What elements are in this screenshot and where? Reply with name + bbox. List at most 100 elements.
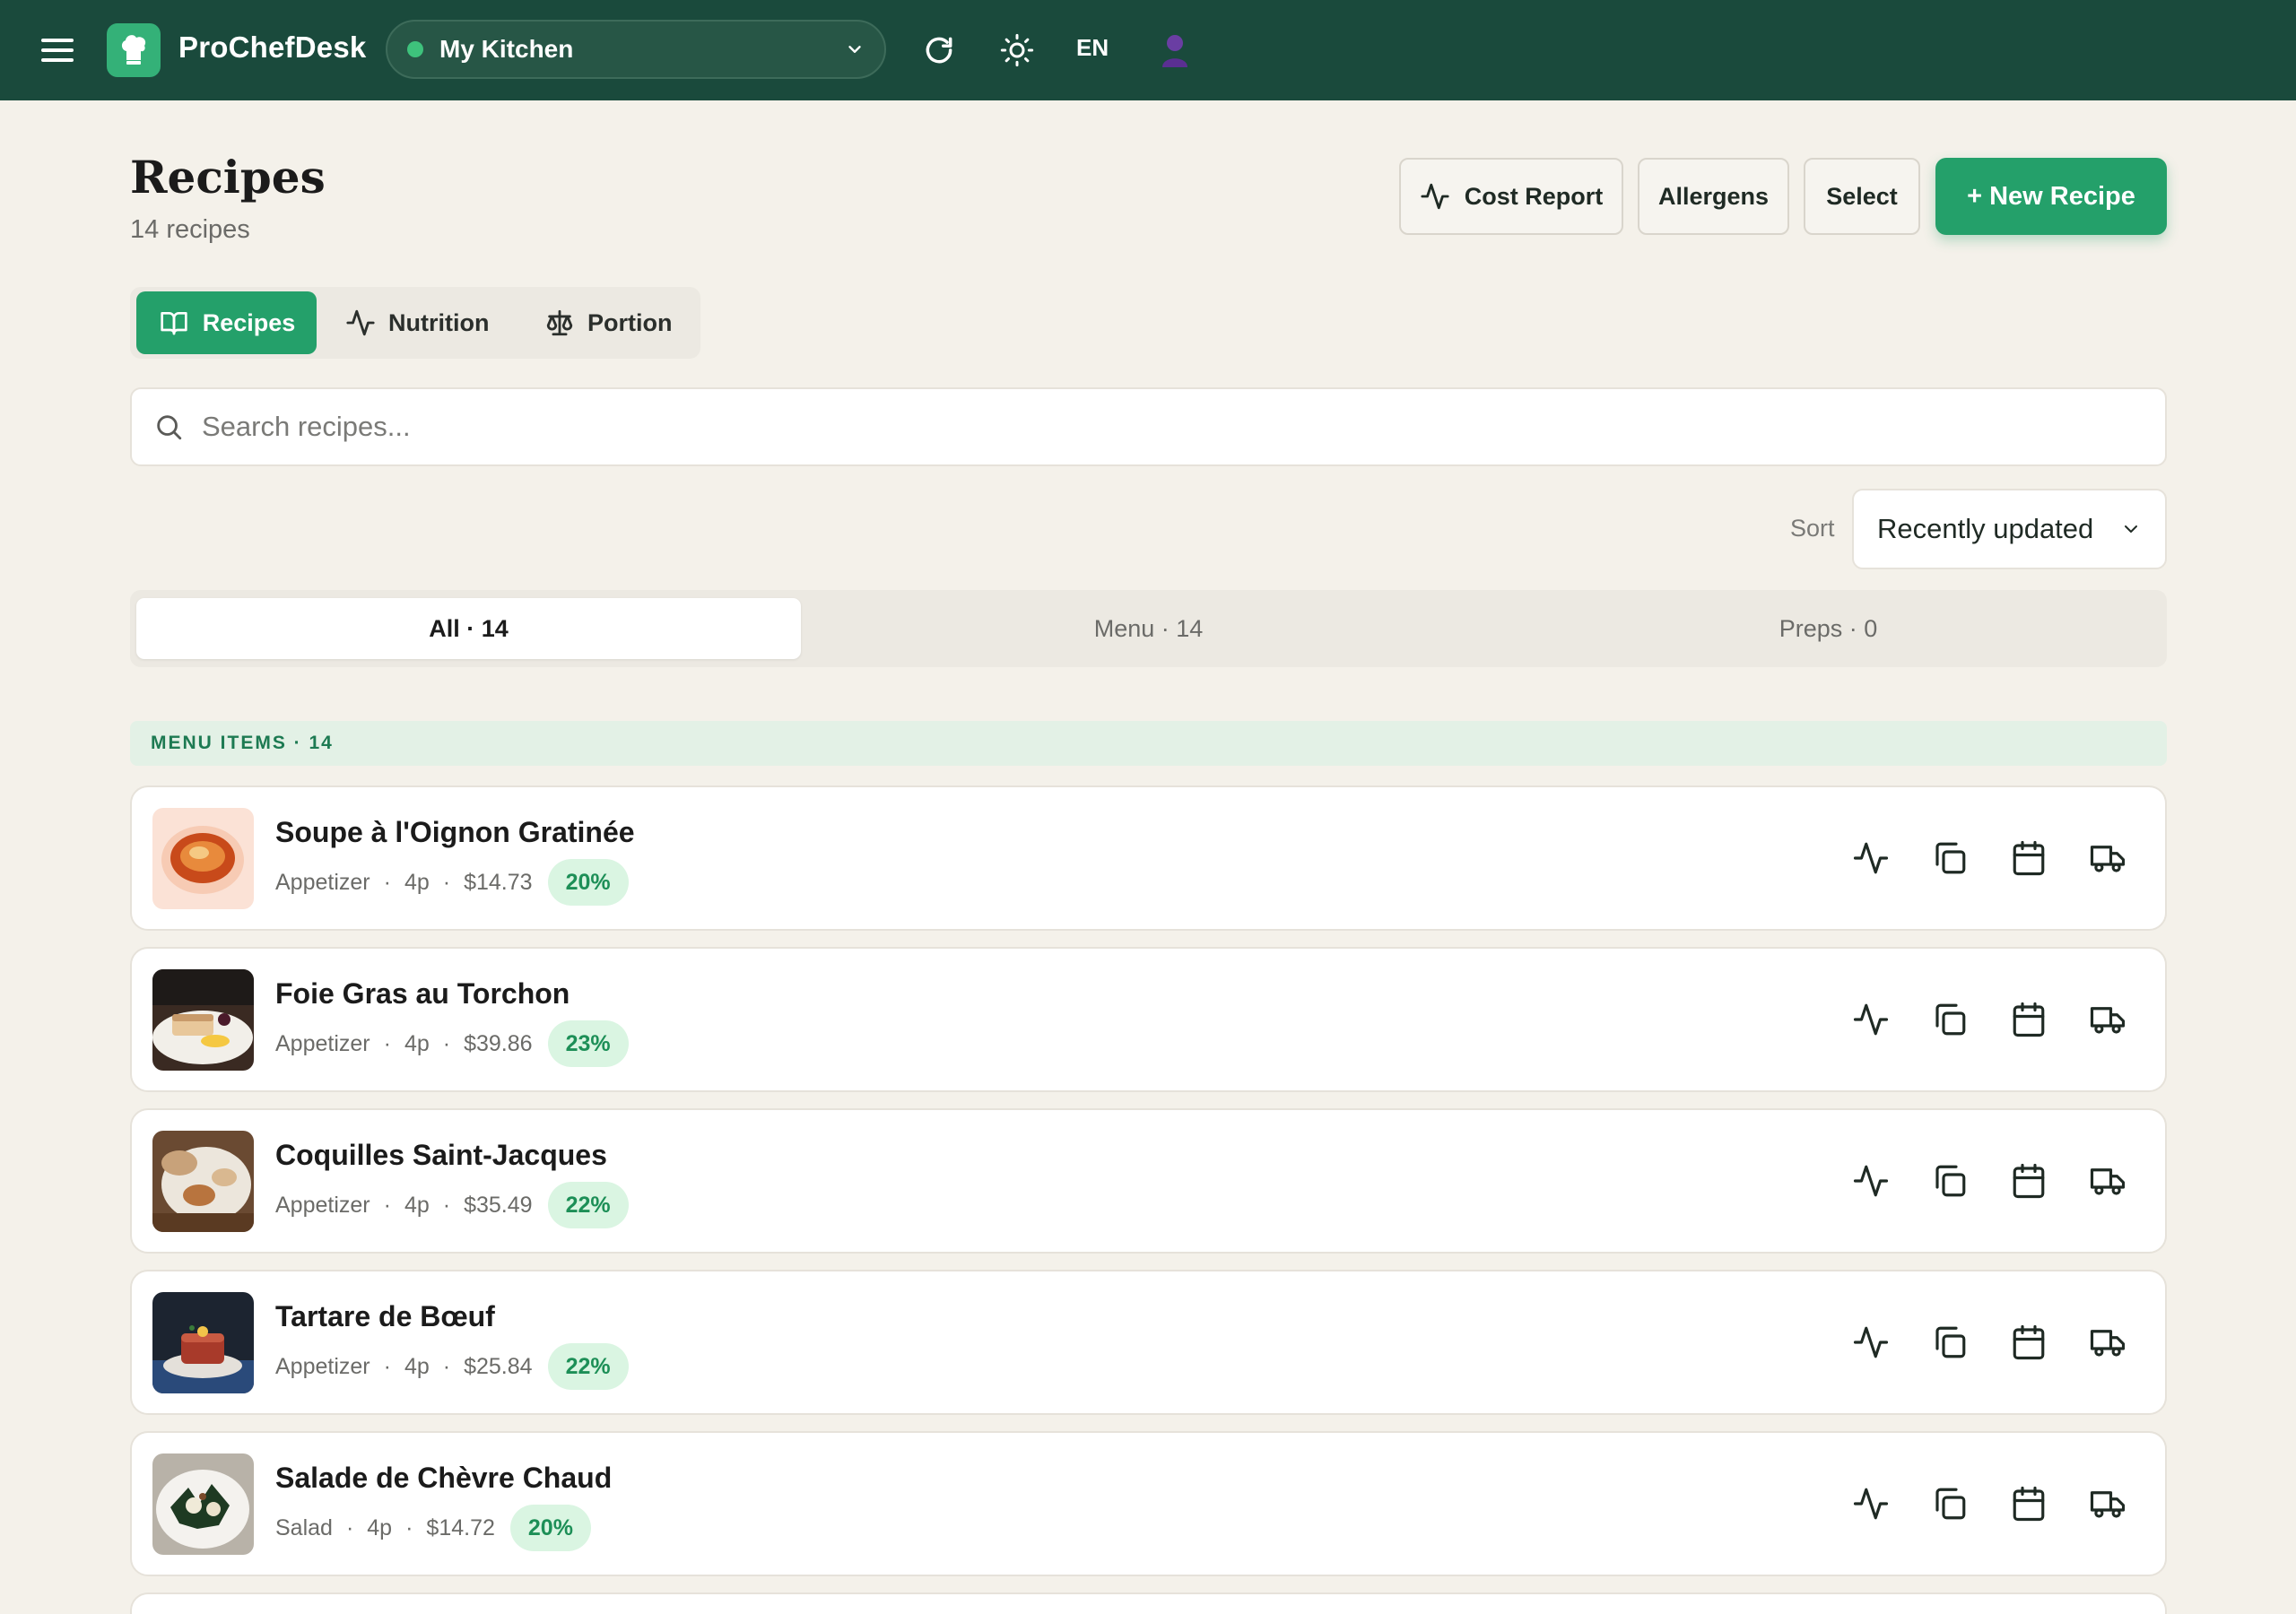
recipe-card[interactable]: Foie Gras au Torchon Appetizer · 4p · $39.… — [130, 947, 2167, 1092]
cost-report-button[interactable]: Cost Report — [1399, 158, 1623, 235]
nutrition-icon[interactable] — [1848, 1319, 1894, 1366]
nutrition-icon[interactable] — [1848, 835, 1894, 881]
tab-recipes-label: Recipes — [202, 308, 296, 336]
recipe-name[interactable]: Salade de Chèvre Chaud — [275, 1462, 612, 1495]
nutrition-icon[interactable] — [1848, 996, 1894, 1043]
calendar-icon[interactable] — [2005, 1158, 2052, 1204]
calendar-icon[interactable] — [2005, 996, 2052, 1043]
user-avatar-icon[interactable] — [1152, 27, 1198, 74]
recipe-cost: $14.73 — [464, 869, 533, 895]
section-header: MENU ITEMS · 14 — [130, 721, 2167, 766]
book-icon — [161, 312, 187, 335]
recipe-cost: $35.49 — [464, 1192, 533, 1218]
copy-icon[interactable] — [1926, 1480, 1973, 1527]
copy-icon[interactable] — [1926, 996, 1973, 1043]
recipe-cost: $25.84 — [464, 1353, 533, 1379]
kitchen-name: My Kitchen — [439, 35, 574, 63]
recipe-cost: $14.72 — [426, 1514, 495, 1540]
recipe-meta: Appetizer · 4p · $39.86 23% — [275, 1020, 629, 1067]
filter-menu[interactable]: Menu · 14 — [816, 598, 1481, 659]
search-input[interactable] — [202, 411, 2144, 443]
filter-preps[interactable]: Preps · 0 — [1496, 598, 2161, 659]
tab-nutrition[interactable]: Nutrition — [345, 291, 489, 354]
recipe-card[interactable]: Soupe à l'Oignon Gratinée Appetizer · 4p ·… — [130, 785, 2167, 931]
recipe-portions: 4p — [404, 869, 430, 895]
new-recipe-button[interactable]: + New Recipe — [1935, 158, 2167, 235]
recipe-portions: 4p — [367, 1514, 393, 1540]
filter-all[interactable]: All · 14 — [136, 598, 801, 659]
tab-recipes[interactable]: Recipes — [136, 291, 317, 354]
nutrition-icon[interactable] — [1848, 1158, 1894, 1204]
sort-label: Sort — [1790, 515, 1835, 542]
recipe-category: Appetizer — [275, 1030, 370, 1056]
food-cost-badge: 22% — [547, 1182, 629, 1228]
recipe-thumbnail[interactable] — [152, 969, 254, 1071]
chevron-down-icon — [848, 46, 861, 53]
copy-icon[interactable] — [1926, 835, 1973, 881]
recipe-meta: Appetizer · 4p · $25.84 22% — [275, 1343, 629, 1390]
truck-icon[interactable] — [2084, 1319, 2131, 1366]
copy-icon[interactable] — [1926, 1319, 1973, 1366]
truck-icon[interactable] — [2084, 1158, 2131, 1204]
activity-icon — [346, 309, 375, 336]
food-cost-badge: 22% — [547, 1343, 629, 1390]
recipe-name[interactable]: Foie Gras au Torchon — [275, 977, 570, 1011]
refresh-icon[interactable] — [916, 27, 962, 74]
recipe-card[interactable] — [130, 1592, 2167, 1614]
filter-segments: All · 14 Menu · 14 Preps · 0 — [130, 590, 2167, 667]
truck-icon[interactable] — [2084, 835, 2131, 881]
food-cost-badge: 20% — [509, 1505, 591, 1551]
calendar-icon[interactable] — [2005, 835, 2052, 881]
recipe-actions — [1815, 835, 2131, 881]
recipe-name[interactable]: Soupe à l'Oignon Gratinée — [275, 816, 635, 849]
sort-select[interactable]: Recently updated — [1852, 489, 2167, 569]
tab-portion[interactable]: Portion — [544, 291, 673, 354]
language-switcher[interactable]: EN — [1076, 34, 1109, 62]
recipe-meta: Appetizer · 4p · $14.73 20% — [275, 859, 629, 906]
status-dot — [407, 41, 423, 57]
recipe-thumbnail[interactable] — [152, 1453, 254, 1555]
tab-portion-label: Portion — [587, 308, 673, 336]
recipe-category: Appetizer — [275, 869, 370, 895]
recipe-thumbnail[interactable] — [152, 1131, 254, 1232]
chef-hat-icon[interactable] — [107, 23, 161, 77]
recipe-card[interactable]: Salade de Chèvre Chaud Salad · 4p · $14.72… — [130, 1431, 2167, 1576]
activity-icon — [1421, 183, 1449, 210]
recipe-cost: $39.86 — [464, 1030, 533, 1056]
top-bar: ProChefDesk My Kitchen EN — [0, 0, 2296, 100]
recipe-count: 14 recipes — [130, 215, 250, 244]
search-icon — [157, 415, 182, 440]
truck-icon[interactable] — [2084, 996, 2131, 1043]
recipe-category: Salad — [275, 1514, 333, 1540]
chevron-down-icon — [2125, 525, 2137, 533]
allergens-button[interactable]: Allergens — [1638, 158, 1789, 235]
select-button[interactable]: Select — [1804, 158, 1920, 235]
recipe-portions: 4p — [404, 1353, 430, 1379]
tab-nutrition-label: Nutrition — [388, 308, 490, 336]
sun-icon[interactable] — [994, 27, 1040, 74]
copy-icon[interactable] — [1926, 1158, 1973, 1204]
recipe-name[interactable]: Coquilles Saint-Jacques — [275, 1139, 607, 1172]
recipe-portions: 4p — [404, 1030, 430, 1056]
recipe-actions — [1815, 1319, 2131, 1366]
recipe-card[interactable]: Coquilles Saint-Jacques Appetizer · 4p · $… — [130, 1108, 2167, 1254]
recipe-meta: Appetizer · 4p · $35.49 22% — [275, 1182, 629, 1228]
calendar-icon[interactable] — [2005, 1319, 2052, 1366]
recipe-card[interactable]: Tartare de Bœuf Appetizer · 4p · $25.84 22… — [130, 1270, 2167, 1415]
kitchen-selector[interactable]: My Kitchen — [386, 20, 886, 79]
menu-icon[interactable] — [39, 34, 75, 66]
recipe-thumbnail[interactable] — [152, 1292, 254, 1393]
recipe-actions — [1815, 1480, 2131, 1527]
recipe-category: Appetizer — [275, 1192, 370, 1218]
calendar-icon[interactable] — [2005, 1480, 2052, 1527]
recipe-name[interactable]: Tartare de Bœuf — [275, 1300, 495, 1333]
brand-name: ProChefDesk — [178, 30, 367, 64]
recipe-actions — [1815, 996, 2131, 1043]
scale-icon — [546, 309, 573, 336]
food-cost-badge: 20% — [547, 859, 629, 906]
truck-icon[interactable] — [2084, 1480, 2131, 1527]
nutrition-icon[interactable] — [1848, 1480, 1894, 1527]
recipe-thumbnail[interactable] — [152, 808, 254, 909]
sort-value: Recently updated — [1877, 513, 2094, 544]
recipe-category: Appetizer — [275, 1353, 370, 1379]
